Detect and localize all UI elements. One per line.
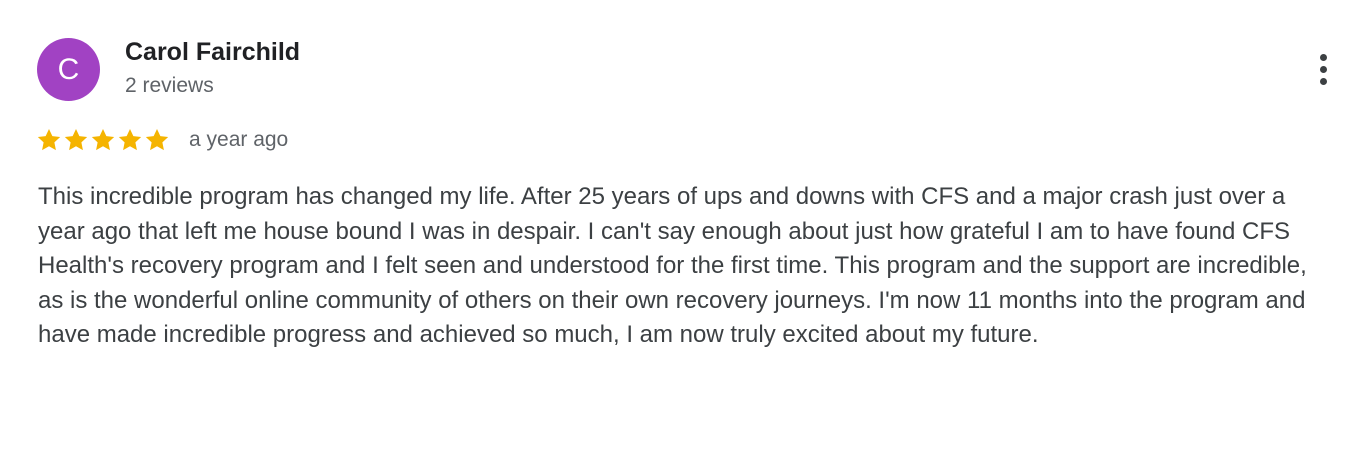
review-count[interactable]: 2 reviews [125, 74, 214, 98]
avatar[interactable]: C [37, 38, 100, 101]
star-rating [36, 126, 170, 154]
star-icon [64, 128, 88, 151]
star-icon [37, 128, 61, 151]
review-card: C Carol Fairchild 2 reviews a year ago T… [0, 0, 1352, 454]
more-vert-icon [1319, 53, 1327, 61]
more-vert-icon [1319, 65, 1327, 73]
reviewer-name[interactable]: Carol Fairchild [125, 38, 300, 67]
star-icon [118, 128, 142, 151]
more-options-button[interactable] [1306, 50, 1340, 88]
star-icon [145, 128, 169, 151]
star-icon [91, 128, 115, 151]
review-date: a year ago [189, 128, 289, 151]
more-vert-icon [1319, 77, 1327, 85]
review-text: This incredible program has changed my l… [38, 183, 1307, 348]
avatar-initial: C [57, 52, 80, 86]
